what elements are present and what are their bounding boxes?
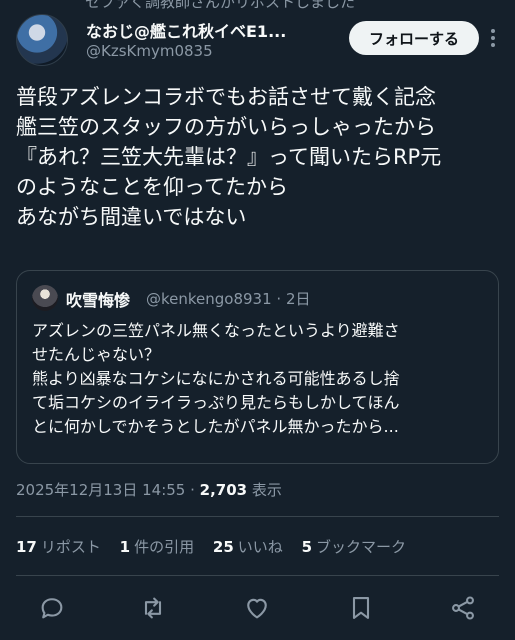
repost-icon[interactable] <box>139 594 167 622</box>
quoted-author-handle: @kenkengo8931 <box>146 290 272 308</box>
more-options-icon[interactable] <box>483 26 503 50</box>
post-line: 艦三笠のスタッフの方がいらっしゃったから <box>16 115 436 139</box>
quoted-author-name: 吹雪悔惨 <box>66 291 131 310</box>
author-handle[interactable]: @KzsKmym0835 <box>86 42 213 60</box>
post-line: 『あれ？三笠大先輩は？』って聞いたらRP元 <box>16 145 442 169</box>
like-icon[interactable] <box>243 594 271 622</box>
quoted-line: て垢コケシのイライラっぷり見たらもしかしてほん <box>32 393 400 412</box>
quoted-line: 熊より凶暴なコケシになにかされる可能性あるし捨 <box>32 369 400 388</box>
post-line: のようなことを仰ってたから <box>16 175 288 199</box>
reposted-by-banner: セファく調教師さんがリポストしました <box>85 0 356 11</box>
follow-button[interactable]: フォローする <box>349 21 479 55</box>
engagement-stats: 17 リポスト 1 件の引用 25 いいね 5 ブックマーク <box>16 536 420 557</box>
action-bar <box>0 588 515 628</box>
quote-count-stat[interactable]: 1 件の引用 <box>120 536 194 557</box>
quoted-post-time: 2日 <box>285 290 311 308</box>
quoted-line: とに何かしでかそうとしたがパネル無かったから... <box>32 417 399 436</box>
post-line: 普段アズレンコラボでもお話させて戴く記念 <box>16 85 436 109</box>
quoted-author-meta: @kenkengo8931 · 2日 <box>146 290 311 308</box>
bookmark-count-stat[interactable]: 5 ブックマーク <box>302 536 406 557</box>
post-timestamp-row: 2025年12月13日 14:55 · 2,703 表示 <box>16 481 282 499</box>
bookmark-icon[interactable] <box>347 594 375 622</box>
quoted-author-avatar <box>32 285 58 311</box>
quoted-line: せたんじゃない？ <box>32 345 161 364</box>
quoted-post-text: アズレンの三笠パネル無くなったというより避難さ せたんじゃない？ 熊より凶暴なコ… <box>32 319 487 439</box>
share-icon[interactable] <box>449 594 477 622</box>
views-label: 表示 <box>251 481 282 499</box>
quoted-line: アズレンの三笠パネル無くなったというより避難さ <box>32 321 400 340</box>
divider <box>16 575 499 576</box>
post-text: 普段アズレンコラボでもお話させて戴く記念 艦三笠のスタッフの方がいらっしゃったか… <box>16 82 501 232</box>
divider <box>16 516 499 517</box>
repost-count-stat[interactable]: 17 リポスト <box>16 536 101 557</box>
quoted-post[interactable]: 吹雪悔惨 @kenkengo8931 · 2日 アズレンの三笠パネル無くなったと… <box>16 270 499 464</box>
like-count-stat[interactable]: 25 いいね <box>213 536 283 557</box>
author-avatar[interactable] <box>16 14 68 66</box>
post-line: あながち間違いではない <box>16 205 247 229</box>
reply-icon[interactable] <box>38 594 66 622</box>
views-count: 2,703 <box>199 481 248 499</box>
post-timestamp[interactable]: 2025年12月13日 14:55 <box>16 481 185 499</box>
author-display-name[interactable]: なおじ@艦これ秋イベE1... <box>86 18 286 42</box>
post-header: なおじ@艦これ秋イベE1... @KzsKmym0835 フォローする <box>16 12 499 72</box>
